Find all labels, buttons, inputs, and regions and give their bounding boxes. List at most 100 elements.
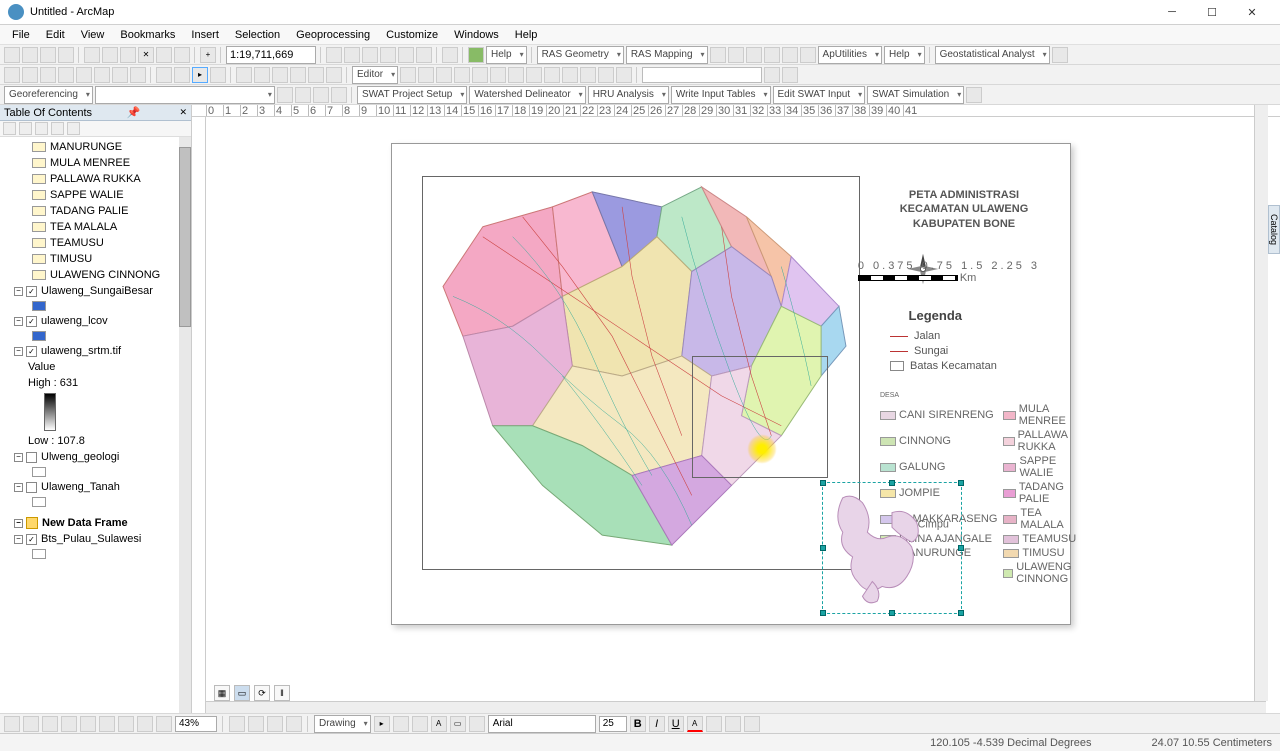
edit-tool-icon[interactable] <box>400 67 416 83</box>
swat-project-dropdown[interactable]: SWAT Project Setup <box>357 86 467 104</box>
layout-fixedzi-icon[interactable] <box>99 716 115 732</box>
catalog-tab[interactable]: Catalog <box>1268 205 1280 254</box>
print-icon[interactable] <box>58 47 74 63</box>
list-by-source-icon[interactable] <box>19 122 32 135</box>
layout-pan-icon[interactable] <box>42 716 58 732</box>
data-driven-icon[interactable] <box>286 716 302 732</box>
menu-windows[interactable]: Windows <box>448 27 505 43</box>
layout-whole-icon[interactable] <box>61 716 77 732</box>
refresh-button[interactable]: ⟳ <box>254 685 270 701</box>
find-icon[interactable] <box>236 67 252 83</box>
ras-tool-icon[interactable] <box>710 47 726 63</box>
layout-fwd-icon[interactable] <box>156 716 172 732</box>
edit-tool-icon[interactable] <box>454 67 470 83</box>
edit-tool-icon[interactable] <box>544 67 560 83</box>
identify-icon[interactable] <box>210 67 226 83</box>
edit-tool-icon[interactable] <box>508 67 524 83</box>
menu-view[interactable]: View <box>75 27 111 43</box>
copy-icon[interactable] <box>102 47 118 63</box>
font-size-input[interactable]: 25 <box>599 716 627 732</box>
ras-tool-icon[interactable] <box>764 47 780 63</box>
ras-tool-icon[interactable] <box>746 47 762 63</box>
paste-icon[interactable] <box>120 47 136 63</box>
new-icon[interactable] <box>4 47 20 63</box>
list-by-visibility-icon[interactable] <box>35 122 48 135</box>
ras-tool-icon[interactable] <box>728 47 744 63</box>
h-scrollbar[interactable] <box>206 701 1266 713</box>
edit-tool-icon[interactable] <box>526 67 542 83</box>
fixed-zoomin-icon[interactable] <box>76 67 92 83</box>
italic-icon[interactable]: I <box>649 716 665 732</box>
clear-select-icon[interactable] <box>174 67 190 83</box>
editor-dropdown[interactable]: Editor <box>352 66 398 84</box>
edit-tool-icon[interactable] <box>472 67 488 83</box>
edit-tool-icon[interactable] <box>562 67 578 83</box>
marker-color-icon[interactable] <box>744 716 760 732</box>
layer-tea-malala[interactable]: TEA MALALA <box>0 219 191 235</box>
hru-dropdown[interactable]: HRU Analysis <box>588 86 669 104</box>
layer-mula-menree[interactable]: MULA MENREE <box>0 155 191 171</box>
select-element-icon[interactable]: ▸ <box>192 67 208 83</box>
help2-dropdown[interactable]: Help <box>884 46 925 64</box>
edit-tool-icon[interactable] <box>418 67 434 83</box>
edit-tool-icon[interactable] <box>616 67 632 83</box>
catalog-icon[interactable] <box>362 47 378 63</box>
layout-page[interactable]: PETA ADMINISTRASI KECAMATAN ULAWENG KABU… <box>391 143 1071 625</box>
menu-customize[interactable]: Customize <box>380 27 444 43</box>
edit-tool-icon[interactable] <box>598 67 614 83</box>
edit-tool-icon[interactable] <box>436 67 452 83</box>
cut-icon[interactable] <box>84 47 100 63</box>
edit-tool-icon[interactable] <box>580 67 596 83</box>
menu-geoprocessing[interactable]: Geoprocessing <box>290 27 376 43</box>
layout-view-button[interactable]: ▭ <box>234 685 250 701</box>
toc-close-icon[interactable]: ✕ <box>179 107 187 118</box>
options-icon[interactable] <box>67 122 80 135</box>
layout-zoomin-icon[interactable] <box>4 716 20 732</box>
scale-bar[interactable]: 0 0.375 0.75 1.5 2.25 3 Km <box>858 260 1040 284</box>
edit-tool-icon[interactable] <box>490 67 506 83</box>
model-icon[interactable] <box>442 47 458 63</box>
v-scrollbar[interactable] <box>1254 105 1268 701</box>
layout-back-icon[interactable] <box>137 716 153 732</box>
arctoolbox-icon[interactable] <box>398 47 414 63</box>
inset-map-frame[interactable]: Cimpu <box>822 482 962 614</box>
editor-toolbar-icon[interactable] <box>326 47 342 63</box>
hyperlink-icon[interactable] <box>272 67 288 83</box>
hechms-icon[interactable] <box>468 47 484 63</box>
back-icon[interactable] <box>112 67 128 83</box>
pause-button[interactable]: ‖ <box>274 685 290 701</box>
fill-color-icon[interactable] <box>706 716 722 732</box>
layer-ulweng-geologi[interactable]: −Ulweng_geologi <box>0 449 191 465</box>
georef-tool-icon[interactable] <box>295 87 311 103</box>
save-icon[interactable] <box>40 47 56 63</box>
ras-tool-icon[interactable] <box>800 47 816 63</box>
select-icon[interactable] <box>156 67 172 83</box>
fixed-zoomout-icon[interactable] <box>94 67 110 83</box>
layer-timusu[interactable]: TIMUSU <box>0 251 191 267</box>
open-icon[interactable] <box>22 47 38 63</box>
maximize-button[interactable]: ☐ <box>1192 0 1232 25</box>
legend-lines[interactable]: JalanSungaiBatas Kecamatan <box>890 330 1040 375</box>
georef-tool-icon[interactable] <box>313 87 329 103</box>
edit-vertices-icon[interactable] <box>469 716 485 732</box>
georef-tool-icon[interactable] <box>331 87 347 103</box>
layer-ulaweng-sungaibesar[interactable]: −✓Ulaweng_SungaiBesar <box>0 283 191 299</box>
write-input-dropdown[interactable]: Write Input Tables <box>671 86 771 104</box>
menu-file[interactable]: File <box>6 27 36 43</box>
menu-help[interactable]: Help <box>509 27 544 43</box>
pan-icon[interactable] <box>40 67 56 83</box>
font-dropdown[interactable]: Arial <box>488 715 596 733</box>
aputilities-dropdown[interactable]: ApUtilities <box>818 46 882 64</box>
zoom-in-icon[interactable] <box>4 67 20 83</box>
ras-tool-icon[interactable] <box>782 47 798 63</box>
toc-scrollbar[interactable] <box>179 137 191 713</box>
edit-swat-dropdown[interactable]: Edit SWAT Input <box>773 86 866 104</box>
georef-layer-dropdown[interactable] <box>95 86 275 104</box>
menu-insert[interactable]: Insert <box>185 27 225 43</box>
swat-sim-dropdown[interactable]: SWAT Simulation <box>867 86 964 104</box>
find-route-icon[interactable] <box>782 67 798 83</box>
geostat-icon[interactable] <box>1052 47 1068 63</box>
ras-geometry-dropdown[interactable]: RAS Geometry <box>537 46 624 64</box>
html-popup-icon[interactable] <box>290 67 306 83</box>
underline-icon[interactable]: U <box>668 716 684 732</box>
